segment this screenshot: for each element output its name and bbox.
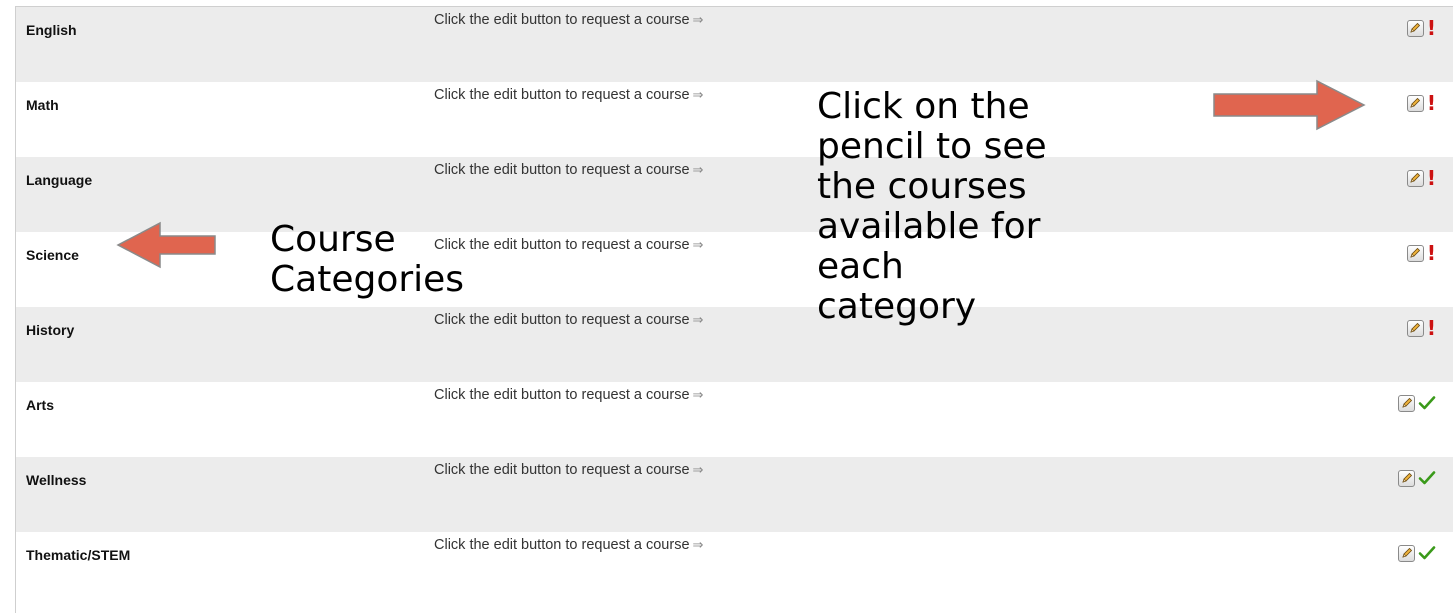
category-name: English (26, 22, 77, 38)
edit-button[interactable] (1398, 394, 1415, 412)
pencil-icon (1410, 322, 1421, 333)
edit-button[interactable] (1406, 319, 1424, 337)
categories-annotation: Course Categories (270, 219, 465, 300)
right-arrow-icon: ⇒ (692, 12, 704, 27)
request-hint-text: Click the edit button to request a cours… (434, 462, 690, 478)
request-hint: Click the edit button to request a cours… (434, 387, 703, 403)
exclamation-icon: ! (1426, 91, 1436, 115)
request-hint-text: Click the edit button to request a cours… (434, 12, 690, 28)
right-callout-arrow (1213, 79, 1366, 131)
right-arrow-icon: ⇒ (692, 162, 704, 177)
table-row: History Click the edit button to request… (16, 307, 1453, 382)
exclamation-icon: ! (1426, 166, 1436, 190)
right-arrow-icon: ⇒ (692, 312, 704, 327)
request-hint: Click the edit button to request a cours… (434, 87, 703, 103)
request-hint: Click the edit button to request a cours… (434, 312, 703, 328)
exclamation-icon: ! (1426, 316, 1436, 340)
right-arrow-icon: ⇒ (692, 462, 704, 477)
right-arrow-icon: ⇒ (692, 387, 704, 402)
edit-button[interactable] (1406, 19, 1424, 37)
request-hint-text: Click the edit button to request a cours… (434, 537, 690, 553)
request-hint: Click the edit button to request a cours… (434, 237, 703, 253)
table-row: Language Click the edit button to reques… (16, 157, 1453, 232)
request-hint: Click the edit button to request a cours… (434, 462, 703, 478)
checkmark-icon (1418, 396, 1436, 410)
category-name: Language (26, 172, 93, 188)
exclamation-icon: ! (1426, 241, 1436, 265)
checkmark-icon (1418, 546, 1436, 560)
category-name: Science (26, 247, 79, 263)
pencil-icon (1410, 22, 1421, 33)
edit-button[interactable] (1398, 544, 1415, 562)
edit-button[interactable] (1398, 469, 1415, 487)
row-actions: ! (1406, 166, 1436, 190)
edit-button[interactable] (1406, 244, 1424, 262)
row-actions: ! (1406, 316, 1436, 340)
pencil-icon (1410, 97, 1421, 108)
request-hint: Click the edit button to request a cours… (434, 12, 703, 28)
category-name: Wellness (26, 472, 87, 488)
pencil-icon (1401, 397, 1412, 408)
table-row: English Click the edit button to request… (16, 7, 1453, 82)
request-hint-text: Click the edit button to request a cours… (434, 162, 690, 178)
category-name: History (26, 322, 75, 338)
pencil-icon (1401, 547, 1412, 558)
right-arrow-icon: ⇒ (692, 87, 704, 102)
checkmark-icon (1418, 471, 1436, 485)
row-actions (1398, 394, 1436, 412)
row-actions (1398, 469, 1436, 487)
request-hint: Click the edit button to request a cours… (434, 537, 703, 553)
pencil-icon (1401, 472, 1412, 483)
pencil-annotation: Click on the pencil to see the courses a… (817, 86, 1047, 327)
exclamation-icon: ! (1426, 16, 1436, 40)
right-arrow-icon: ⇒ (692, 237, 704, 252)
row-actions: ! (1406, 91, 1436, 115)
right-arrow-icon: ⇒ (692, 537, 704, 552)
category-name: Math (26, 97, 59, 113)
request-hint-text: Click the edit button to request a cours… (434, 237, 690, 253)
request-hint-text: Click the edit button to request a cours… (434, 312, 690, 328)
row-actions (1398, 544, 1436, 562)
request-hint: Click the edit button to request a cours… (434, 162, 703, 178)
table-row: Science Click the edit button to request… (16, 232, 1453, 307)
request-hint-text: Click the edit button to request a cours… (434, 387, 690, 403)
pencil-icon (1410, 172, 1421, 183)
table-row: Thematic/STEM Click the edit button to r… (16, 532, 1453, 607)
edit-button[interactable] (1406, 94, 1424, 112)
request-hint-text: Click the edit button to request a cours… (434, 87, 690, 103)
row-actions: ! (1406, 241, 1436, 265)
category-name: Thematic/STEM (26, 547, 131, 563)
table-row: Wellness Click the edit button to reques… (16, 457, 1453, 532)
pencil-icon (1410, 247, 1421, 258)
row-actions: ! (1406, 16, 1436, 40)
edit-button[interactable] (1406, 169, 1424, 187)
category-name: Arts (26, 397, 55, 413)
table-row: Arts Click the edit button to request a … (16, 382, 1453, 457)
left-callout-arrow (116, 221, 216, 269)
